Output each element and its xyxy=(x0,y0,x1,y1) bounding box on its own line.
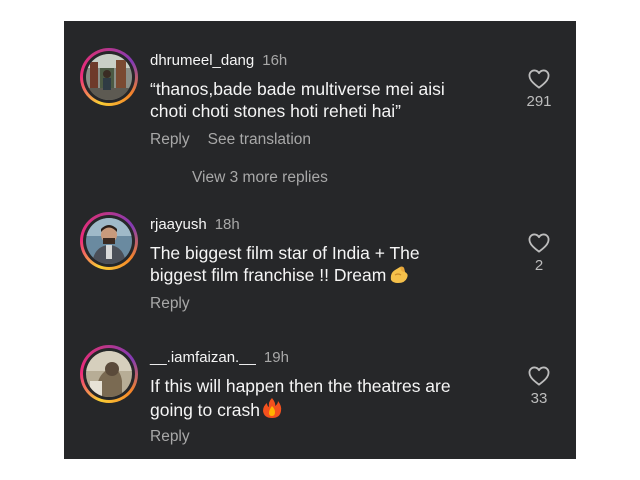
comment-line-text: going to crash xyxy=(150,400,260,420)
like-control: 33 xyxy=(516,366,562,407)
comment-line: biggest film franchise !! Dream xyxy=(150,264,510,286)
view-more-replies-button[interactable]: View 3 more replies xyxy=(192,169,328,187)
comment-line: “thanos,bade bade multiverse mei aisi xyxy=(150,79,445,99)
avatar[interactable] xyxy=(86,54,132,100)
comment-line-text: biggest film franchise !! Dream xyxy=(150,265,387,285)
username[interactable]: __.iamfaizan.__ xyxy=(150,349,256,366)
avatar[interactable] xyxy=(86,351,132,397)
comment-header: __.iamfaizan.__ 19h xyxy=(150,349,289,366)
comment-text: “thanos,bade bade multiverse mei aisi ch… xyxy=(150,78,510,122)
avatar[interactable] xyxy=(86,218,132,264)
reply-button[interactable]: Reply xyxy=(150,428,190,445)
username[interactable]: dhrumeel_dang xyxy=(150,52,254,69)
reply-button[interactable]: Reply xyxy=(150,295,190,312)
see-translation-button[interactable]: See translation xyxy=(208,131,311,148)
heart-outline-icon[interactable] xyxy=(528,69,550,89)
comment-line: If this will happen then the theatres ar… xyxy=(150,376,451,396)
comment-header: dhrumeel_dang 16h xyxy=(150,52,287,69)
comments-panel: dhrumeel_dang 16h “thanos,bade bade multi… xyxy=(64,21,576,459)
fire-emoji xyxy=(262,398,282,418)
comment-header: rjaayush 18h xyxy=(150,216,240,233)
reply-button[interactable]: Reply xyxy=(150,131,190,148)
heart-outline-icon[interactable] xyxy=(528,233,550,253)
story-ring[interactable] xyxy=(80,212,138,270)
like-control: 291 xyxy=(516,69,562,110)
comment-line: The biggest film star of India + The xyxy=(150,243,420,263)
pinching-hand-emoji xyxy=(391,266,409,283)
timestamp: 18h xyxy=(214,216,240,233)
story-ring[interactable] xyxy=(80,48,138,106)
comment-actions: Reply xyxy=(150,295,190,313)
comment-actions: Reply xyxy=(150,428,190,446)
timestamp: 16h xyxy=(262,52,288,69)
comment-text: If this will happen then the theatres ar… xyxy=(150,375,510,421)
comment-actions: Reply See translation xyxy=(150,131,311,149)
comment-text: The biggest film star of India + The big… xyxy=(150,242,510,286)
timestamp: 19h xyxy=(263,349,289,366)
heart-outline-icon[interactable] xyxy=(528,366,550,386)
like-count: 2 xyxy=(534,257,544,274)
comment-line: going to crash xyxy=(150,397,510,421)
like-control: 2 xyxy=(516,233,562,274)
story-ring[interactable] xyxy=(80,345,138,403)
like-count: 291 xyxy=(526,93,552,110)
comment-line: choti choti stones hoti reheti hai” xyxy=(150,101,401,121)
like-count: 33 xyxy=(530,390,548,407)
username[interactable]: rjaayush xyxy=(150,216,207,233)
